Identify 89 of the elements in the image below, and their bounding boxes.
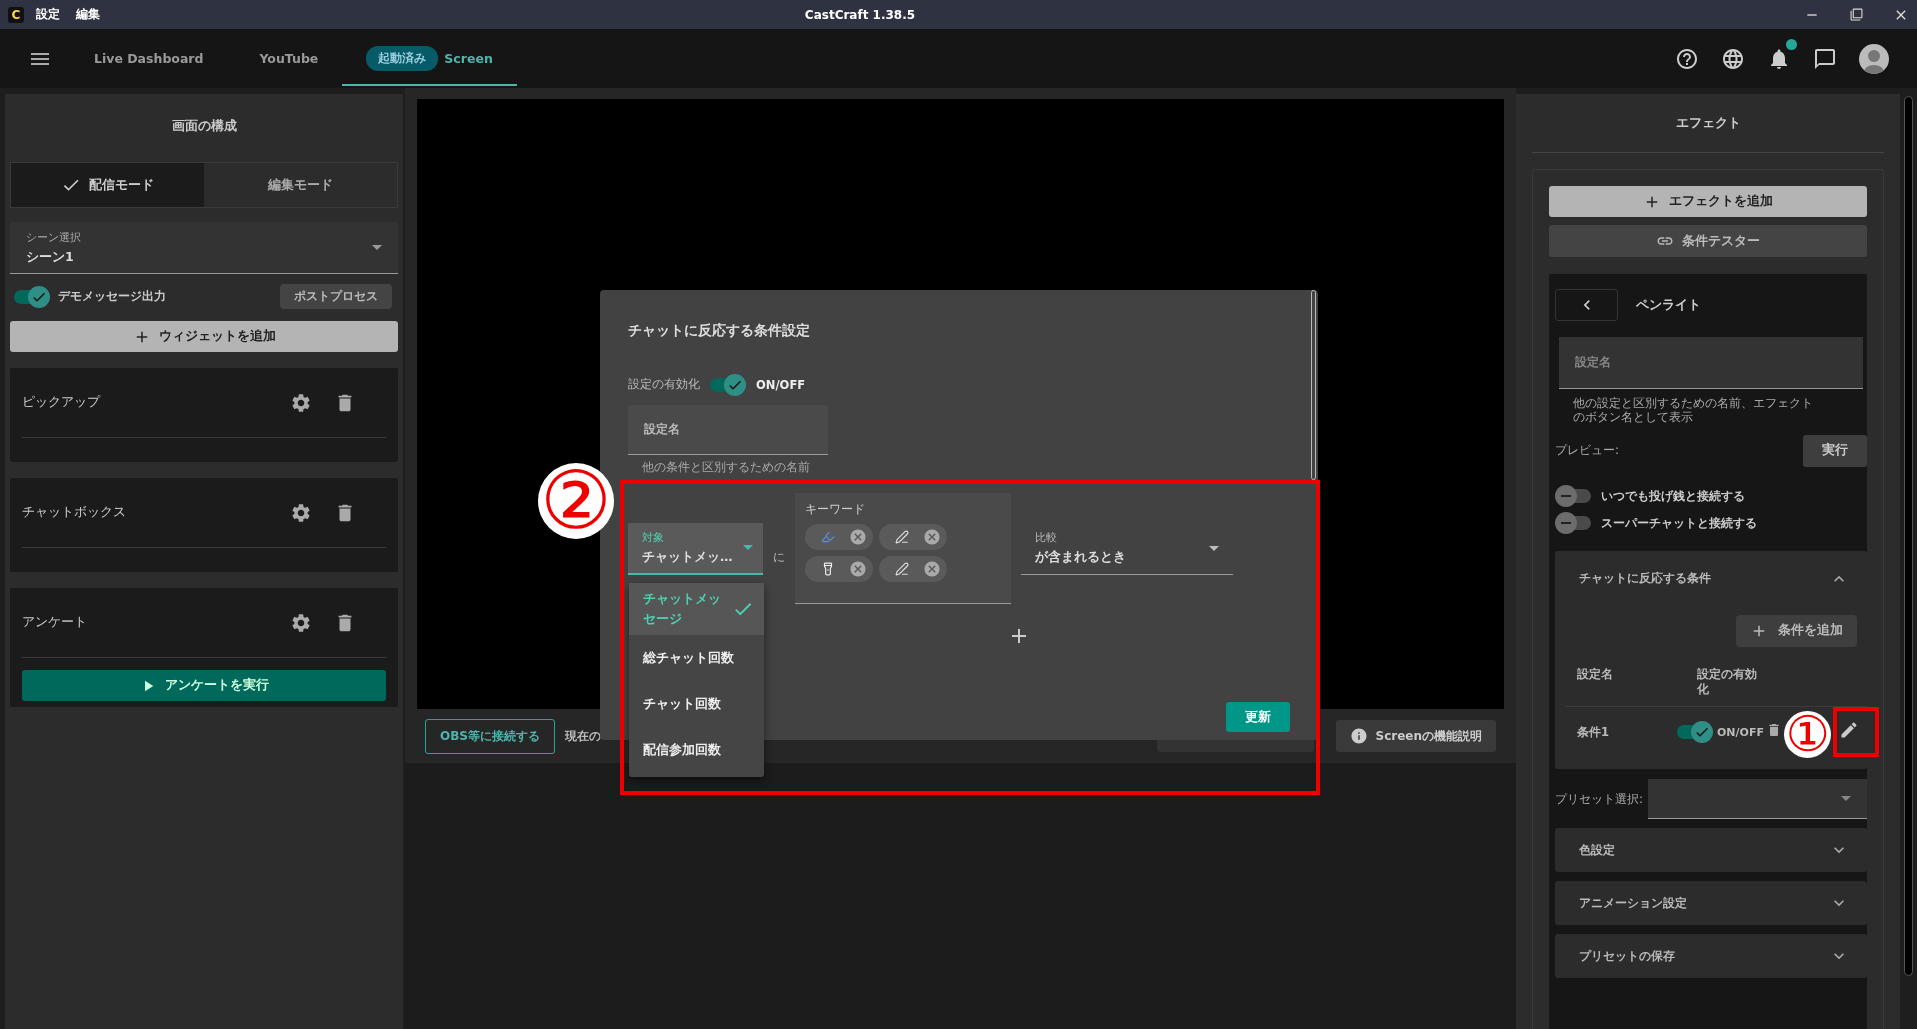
remove-icon[interactable] [923,527,941,546]
particle-text: に [773,548,785,566]
remove-icon[interactable] [849,527,867,546]
section-title: アニメーション設定 [1579,895,1688,911]
highlight-frame [1833,707,1879,757]
menu-item[interactable]: 設定 [36,6,60,23]
toggle-label: ON/OFF [1717,725,1764,739]
preview-label: プレビュー: [1555,442,1620,460]
nav-tab[interactable]: 起動済み Screen [342,33,517,86]
widget-name: ピックアップ [22,394,102,411]
settings-icon[interactable] [290,611,312,634]
panel-title: 画面の構成 [170,116,238,135]
menu-item[interactable]: 編集 [76,6,100,23]
menu-option[interactable]: チャット回数 [629,681,764,727]
highlighter-icon [821,529,835,544]
toggle-label: デモメッセージ出力 [58,288,166,305]
section-title: プリセットの保存 [1579,948,1676,964]
nav-tab[interactable]: Live Dashboard [70,33,228,86]
table-cell-text: 条件1 [1577,724,1610,740]
condition-tester-button[interactable]: 条件テスター [1549,225,1867,257]
help-icon[interactable] [1675,46,1699,71]
avatar-icon[interactable] [1859,43,1889,74]
caret-icon [372,245,382,250]
name-field[interactable]: 設定名 [628,405,828,455]
section-title: チャットに反応する条件 [1579,571,1712,587]
toggle-label: スーパーチャットと接続する [1601,515,1757,531]
add-effect-button[interactable]: エフェクトを追加 [1549,186,1867,217]
add-condition-button[interactable]: 条件を追加 [1736,614,1857,647]
flashlight-icon [821,561,835,576]
settings-section[interactable]: 色設定 [1555,828,1867,873]
connection-status: 現在の [565,727,601,745]
panel-title: エフェクト [1674,113,1742,132]
pen-icon [895,561,909,576]
toggle-label: いつでも投げ銭と接続する [1601,488,1745,504]
menu-option[interactable]: 総チャット回数 [629,635,764,681]
preset-label: プリセット選択: [1555,790,1645,808]
column-header: 設定名 [1577,666,1614,683]
helper-text: 他の設定と区別するための名前、エフェクトのボタン名として表示 [1573,397,1814,425]
minus-icon [1561,522,1571,525]
menu-option[interactable]: 配信参加回数 [629,727,764,773]
caret-icon [1841,796,1851,802]
notification-dot [1786,38,1797,50]
toggle-state: ON/OFF [756,377,806,392]
settings-section[interactable]: アニメーション設定 [1555,881,1867,926]
keyword-chip[interactable] [879,555,947,582]
scrollbar[interactable] [1904,96,1913,976]
restore-icon[interactable] [1850,8,1863,21]
run-survey-button[interactable]: アンケートを実行 [22,670,386,701]
widget-name: アンケート [22,614,88,631]
status-badge: 起動済み [366,46,439,71]
pen-icon [895,529,909,544]
name-field[interactable]: 設定名 [1559,337,1863,389]
menu-option[interactable]: チャットメッセージ [629,583,764,635]
dialog-title: チャットに反応する条件設定 [628,322,811,340]
update-button[interactable]: 更新 [1226,702,1290,732]
toggle-label: 設定の有効化 [628,376,700,393]
add-widget-button[interactable]: ウィジェットを追加 [10,321,398,352]
help-button[interactable]: Screenの機能説明 [1335,720,1496,752]
edit-icon[interactable] [1839,720,1859,741]
effect-title: ペンライト [1636,296,1701,314]
settings-section[interactable]: プリセットの保存 [1555,934,1867,979]
obs-connect-button[interactable]: OBS等に接続する [425,718,555,754]
helper-text: 他の条件と区別するための名前 [642,461,811,475]
settings-icon[interactable] [290,501,312,524]
caret-icon [1209,545,1219,551]
info-icon [1349,727,1368,745]
scene-select[interactable]: シーン選択 シーン1 [10,222,398,274]
keyword-field[interactable]: キーワード [795,492,1011,604]
column-header: 設定の有効化 [1697,666,1758,697]
nav-tab[interactable]: YouTube [235,33,343,86]
globe-icon[interactable] [1721,46,1745,71]
keyword-chip[interactable] [805,555,873,582]
caret-icon [743,544,753,550]
remove-icon[interactable] [923,559,941,578]
app-logo: C [8,6,24,23]
window-title: CastCraft 1.38.5 [803,7,917,22]
settings-icon[interactable] [290,391,312,414]
postprocess-button[interactable]: ポストプロセス [280,284,392,309]
keyword-chip[interactable] [805,523,873,550]
preset-select[interactable] [1648,779,1867,820]
keyword-chip[interactable] [879,523,947,550]
chat-icon[interactable] [1813,46,1837,71]
target-select[interactable]: 対象 チャットメッ… [628,522,763,575]
mode-tab[interactable]: 配信モード [11,163,204,207]
section-title: 色設定 [1579,842,1616,858]
minus-icon [1561,495,1571,498]
remove-icon[interactable] [849,559,867,578]
run-button[interactable]: 実行 [1803,434,1867,467]
widget-name: チャットボックス [22,504,127,521]
